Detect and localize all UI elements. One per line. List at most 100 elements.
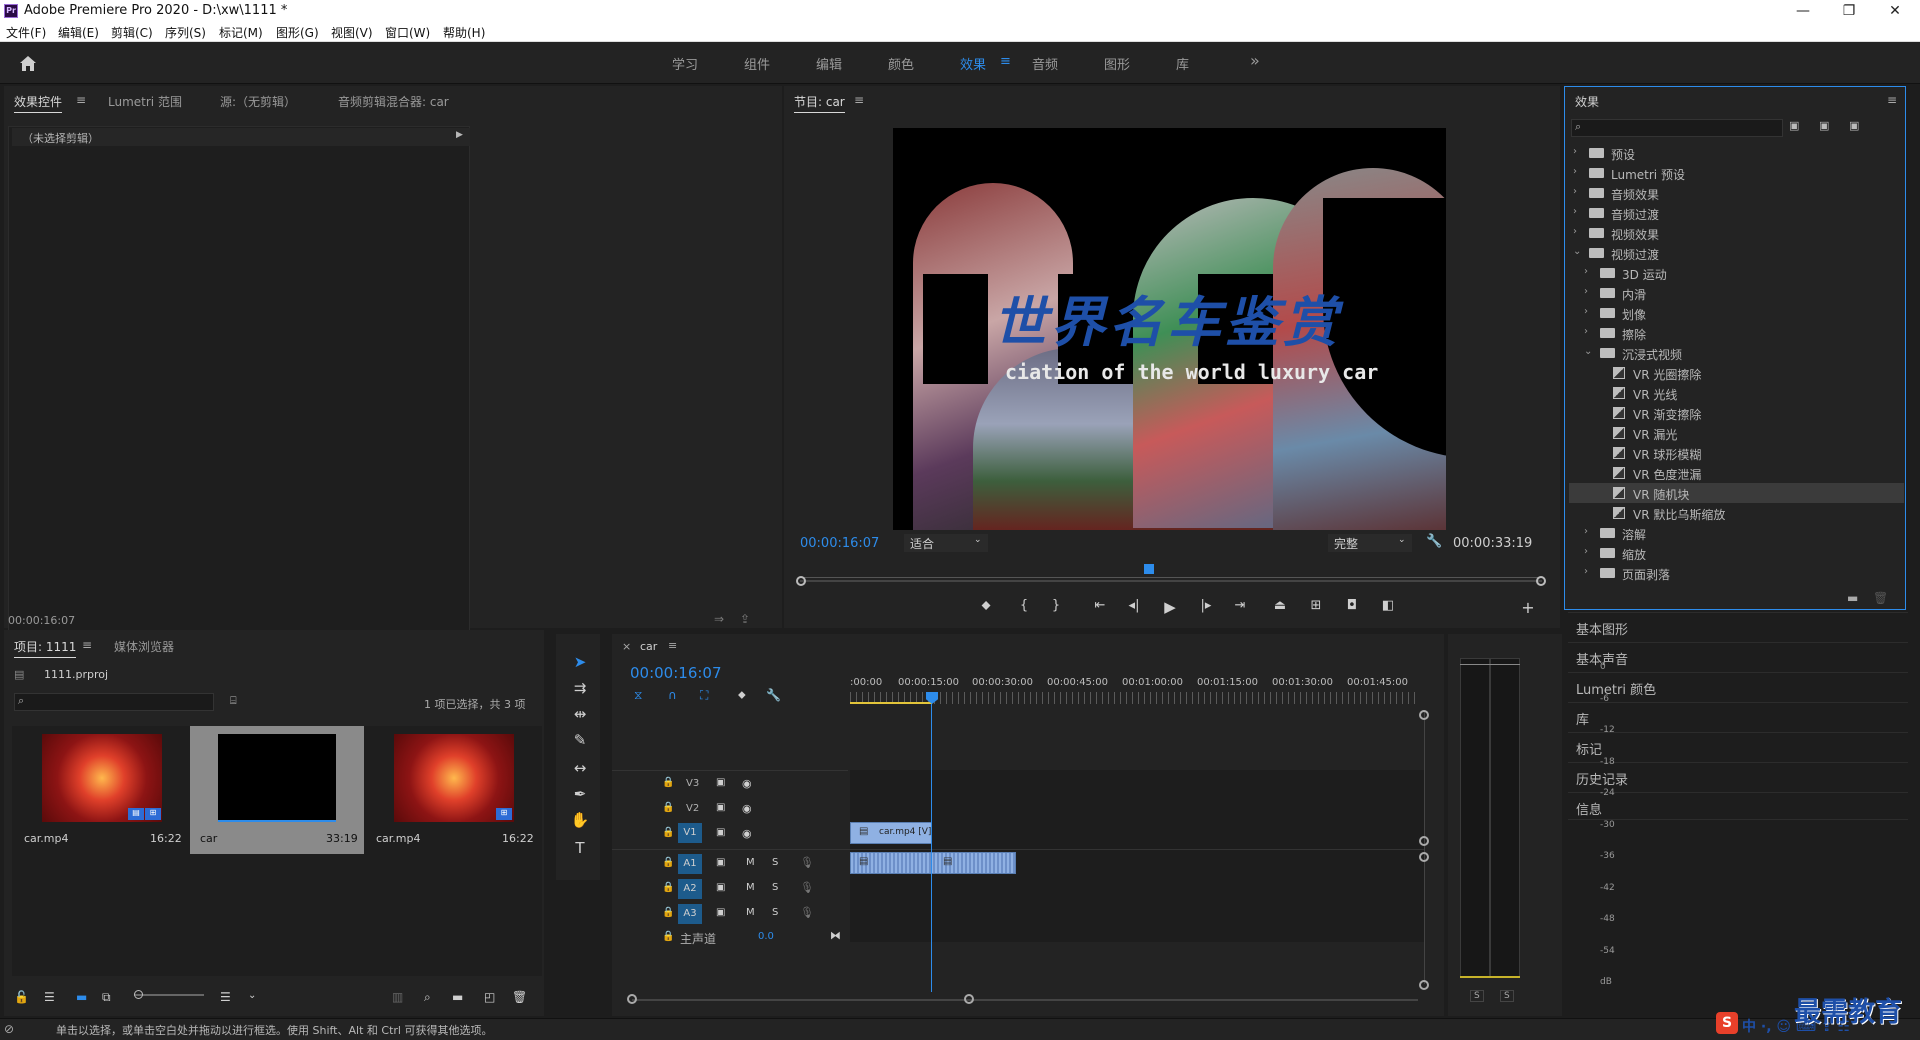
vscroll-handle-mid[interactable] <box>1419 836 1429 846</box>
workspace-libraries[interactable]: 库 <box>1176 54 1189 73</box>
add-marker-icon[interactable]: ⬥ <box>738 688 746 702</box>
effects-tree-item[interactable]: VR 默比乌斯缩放 <box>1569 503 1904 523</box>
effects-menu-icon[interactable]: ≡ <box>1887 93 1897 107</box>
camera-icon[interactable]: ◘ <box>1342 598 1362 613</box>
tab-project[interactable]: 项目: 1111 <box>14 638 77 658</box>
menu-help[interactable]: 帮助(H) <box>443 24 485 41</box>
chevron-right-icon[interactable]: › <box>1584 266 1588 277</box>
effects-tree-item[interactable]: VR 渐变擦除 <box>1569 403 1904 423</box>
eye-icon[interactable]: ◉ <box>742 827 752 840</box>
zoom-slider[interactable] <box>134 994 204 996</box>
eye-icon[interactable]: ◉ <box>742 802 752 815</box>
effects-tree-item[interactable]: › 预设 <box>1569 143 1904 163</box>
add-button-icon[interactable]: + <box>1518 598 1538 617</box>
microphone-icon[interactable]: 🎙 <box>800 856 814 869</box>
effects-tree-item[interactable]: › Lumetri 预设 <box>1569 163 1904 183</box>
32bit-effects-icon[interactable]: ▣ <box>1819 119 1829 132</box>
effects-tree-item[interactable]: › 擦除 <box>1569 323 1904 343</box>
sort-icon[interactable]: ☰ <box>220 990 231 1004</box>
effects-tree-item[interactable]: › 页面剥落 <box>1569 563 1904 583</box>
chevron-right-icon[interactable]: › <box>1584 566 1588 577</box>
new-item-icon[interactable]: ◰ <box>484 990 495 1004</box>
icon-view-icon[interactable]: ▬ <box>76 990 87 1004</box>
program-current-time[interactable]: 00:00:16:07 <box>800 536 879 551</box>
play-icon[interactable]: ▶ <box>1160 598 1180 616</box>
new-bin-icon[interactable]: ▬ <box>1847 591 1858 605</box>
go-to-out-icon[interactable]: ⇥ <box>1230 598 1250 613</box>
wrench-icon[interactable]: 🔧 <box>1426 534 1442 549</box>
chevron-right-icon[interactable]: › <box>1584 326 1588 337</box>
menu-window[interactable]: 窗口(W) <box>385 24 430 41</box>
timeline-menu-icon[interactable]: ≡ <box>668 639 677 652</box>
workspace-more-icon[interactable]: » <box>1250 51 1260 70</box>
sync-lock-icon[interactable]: ▣ <box>716 827 725 838</box>
track-label[interactable]: A2 <box>678 879 702 899</box>
workspace-audio[interactable]: 音频 <box>1032 54 1058 73</box>
effects-tree-item[interactable]: VR 随机块 <box>1569 483 1904 503</box>
delete-icon[interactable]: 🗑 <box>512 990 527 1004</box>
chevron-down-icon[interactable]: ⌄ <box>1573 246 1581 257</box>
panel-libraries[interactable]: 库 <box>1568 702 1908 730</box>
track-label[interactable]: V1 <box>678 823 702 843</box>
find-icon[interactable]: ⌸ <box>230 694 237 708</box>
minimize-button[interactable]: — <box>1780 0 1826 22</box>
menu-markers[interactable]: 标记(M) <box>219 24 263 41</box>
menu-edit[interactable]: 编辑(E) <box>58 24 99 41</box>
track-label[interactable]: V3 <box>686 778 699 789</box>
sync-lock-icon[interactable]: ▣ <box>716 882 725 893</box>
menu-file[interactable]: 文件(F) <box>6 24 46 41</box>
sync-lock-icon[interactable]: ▣ <box>716 857 725 868</box>
panel-history[interactable]: 历史记录 <box>1568 762 1908 790</box>
vscroll-handle-bottom[interactable] <box>1419 980 1429 990</box>
eye-icon[interactable]: ◉ <box>742 777 752 790</box>
menu-graphics[interactable]: 图形(G) <box>276 24 319 41</box>
lift-icon[interactable]: ⏏ <box>1270 598 1290 613</box>
compare-view-icon[interactable]: ◧ <box>1378 598 1398 613</box>
vscroll-handle-top[interactable] <box>1419 710 1429 720</box>
chevron-right-icon[interactable]: › <box>1573 206 1577 217</box>
menu-view[interactable]: 视图(V) <box>331 24 373 41</box>
delete-icon[interactable]: 🗑 <box>1873 591 1888 605</box>
tab-media-browser[interactable]: 媒体浏览器 <box>114 638 174 655</box>
effects-tree-item[interactable]: › 视频效果 <box>1569 223 1904 243</box>
zoom-slider-handle[interactable] <box>134 990 143 999</box>
pen-tool-icon[interactable]: ✒ <box>570 784 590 804</box>
accelerated-effects-icon[interactable]: ▣ <box>1789 119 1799 132</box>
work-area-bar[interactable] <box>850 702 932 704</box>
selection-tool-icon[interactable]: ➤ <box>570 652 590 672</box>
chevron-right-icon[interactable]: › <box>1573 186 1577 197</box>
panel-info[interactable]: 信息 <box>1568 792 1908 820</box>
workspace-learn[interactable]: 学习 <box>672 54 698 73</box>
chevron-right-icon[interactable]: › <box>1584 526 1588 537</box>
snap-icon[interactable]: ∩ <box>668 688 677 702</box>
solo-button[interactable]: S <box>772 882 778 893</box>
workspace-effects[interactable]: 效果 <box>960 54 986 73</box>
home-icon[interactable] <box>18 54 38 72</box>
slip-tool-icon[interactable]: ↔ <box>570 758 590 778</box>
chevron-right-icon[interactable]: › <box>1584 306 1588 317</box>
ripple-edit-tool-icon[interactable]: ⇹ <box>570 704 590 724</box>
quality-dropdown[interactable]: 完整 ⌄ <box>1328 534 1412 552</box>
program-scrub-bar[interactable] <box>800 580 1542 582</box>
nest-icon[interactable]: ⧖ <box>634 688 642 703</box>
effects-tree-item[interactable]: › 音频效果 <box>1569 183 1904 203</box>
effects-tree-item[interactable]: ⌄ 视频过渡 <box>1569 243 1904 263</box>
chevron-right-icon[interactable]: › <box>1584 546 1588 557</box>
linked-selection-icon[interactable]: ⛶ <box>700 688 708 703</box>
lock-icon[interactable]: 🔒 <box>662 802 674 813</box>
track-label[interactable]: V2 <box>686 803 699 814</box>
lock-icon[interactable]: 🔒 <box>662 882 674 893</box>
maximize-button[interactable]: ❐ <box>1826 0 1872 22</box>
program-playhead[interactable] <box>1143 564 1154 574</box>
sequence-tab[interactable]: car <box>640 640 657 653</box>
step-back-icon[interactable]: ◂| <box>1124 598 1144 613</box>
panel-lumetri-color[interactable]: Lumetri 颜色 <box>1568 672 1908 700</box>
razor-tool-icon[interactable]: ✎ <box>570 730 590 750</box>
project-item-selected[interactable]: car 33:19 <box>190 726 364 854</box>
effects-tree-item[interactable]: › 音频过渡 <box>1569 203 1904 223</box>
hand-tool-icon[interactable]: ✋ <box>570 810 590 830</box>
tab-audio-clip-mixer[interactable]: 音频剪辑混合器: car <box>338 93 449 110</box>
vscroll-handle-mid2[interactable] <box>1419 852 1429 862</box>
tab-lumetri-scopes[interactable]: Lumetri 范围 <box>108 93 182 110</box>
project-item[interactable]: ▤ ⊞ car.mp4 16:22 <box>16 726 186 852</box>
